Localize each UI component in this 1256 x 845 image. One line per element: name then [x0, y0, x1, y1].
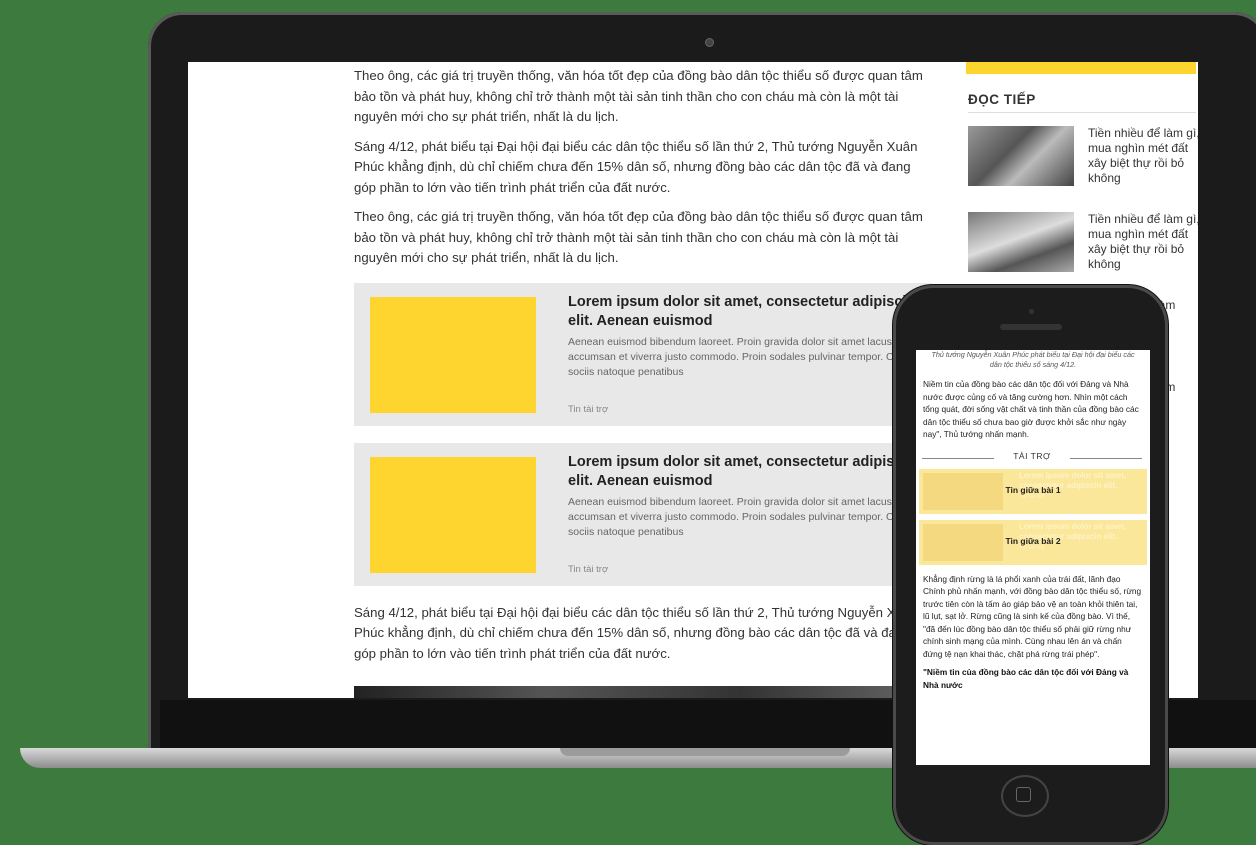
sponsor-divider: TÀI TRỢ — [922, 451, 1144, 465]
phone-screen: Thủ tướng Nguyễn Xuân Phúc phát biểu tại… — [916, 350, 1150, 765]
sponsored-promo-card[interactable]: Lorem ipsum dolor sit amet, consectetur … — [354, 282, 932, 426]
mid-article-ad-label[interactable]: Tin giữa bài 1 — [919, 485, 1147, 495]
mid-article-ad-label[interactable]: Tin giữa bài 2 — [919, 536, 1147, 546]
article-paragraph: Sáng 4/12, phát biểu tại Đại hội đại biể… — [354, 604, 918, 661]
promo-thumbnail[interactable] — [370, 456, 536, 573]
sidebar-article-title[interactable]: Tiền nhiều để làm gì, mua nghìn mét đất … — [1088, 126, 1198, 186]
article-image — [354, 686, 932, 698]
promo-description: Aenean euismod bibendum laoreet. Proin g… — [568, 335, 909, 378]
sponsored-promo-card[interactable]: Lorem ipsum dolor sit amet, consectetur … — [354, 442, 932, 586]
article-quote: "Niềm tin của đồng bào các dân tộc đối v… — [923, 667, 1129, 690]
image-caption: Thủ tướng Nguyễn Xuân Phúc phát biểu tại… — [931, 350, 1135, 369]
promo-title[interactable]: Lorem ipsum dolor sit amet, consectetur … — [568, 293, 932, 331]
article-paragraph: Niềm tin của đồng bào các dân tộc đối vớ… — [923, 379, 1139, 439]
sidebar-article-thumbnail[interactable] — [968, 212, 1074, 272]
home-square-icon — [1016, 787, 1031, 802]
mid-article-ad[interactable]: Lorem ipsum dolor sit amet, consectetur … — [919, 468, 1147, 514]
divider-line — [922, 457, 994, 459]
sidebar-article-title[interactable]: Tiền nhiều để làm gì, mua nghìn mét đất … — [1088, 212, 1198, 272]
article-body: Theo ông, các giá trị truyền thống, văn … — [354, 66, 932, 673]
promo-title[interactable]: Lorem ipsum dolor sit amet, consectetur … — [568, 453, 932, 491]
phone-speaker — [1000, 324, 1062, 330]
article-paragraph: Theo ông, các giá trị truyền thống, văn … — [354, 209, 923, 265]
laptop-base-notch — [560, 748, 850, 756]
phone-camera — [1029, 309, 1034, 314]
sidebar-article-thumbnail[interactable] — [968, 126, 1074, 186]
promo-source: Tin tài trợ — [568, 403, 609, 415]
promo-source: Tin tài trợ — [568, 563, 609, 575]
sponsor-label: TÀI TRỢ — [1013, 450, 1051, 461]
sidebar-divider — [968, 112, 1196, 113]
promo-description: Aenean euismod bibendum laoreet. Proin g… — [568, 495, 909, 538]
sidebar-ad-banner[interactable] — [966, 62, 1196, 74]
divider-line — [1070, 457, 1142, 459]
sidebar-heading: ĐỌC TIẾP — [968, 92, 1036, 107]
article-paragraph: Khẳng định rừng là lá phổi xanh của trái… — [923, 573, 1142, 659]
promo-thumbnail[interactable] — [370, 296, 536, 413]
article-paragraph: Sáng 4/12, phát biểu tại Đại hội đại biể… — [354, 138, 918, 195]
mid-article-ad[interactable]: Lorem ipsum dolor sit amet, consectetur … — [919, 519, 1147, 565]
article-paragraph: Theo ông, các giá trị truyền thống, văn … — [354, 68, 923, 124]
laptop-camera — [705, 38, 714, 47]
